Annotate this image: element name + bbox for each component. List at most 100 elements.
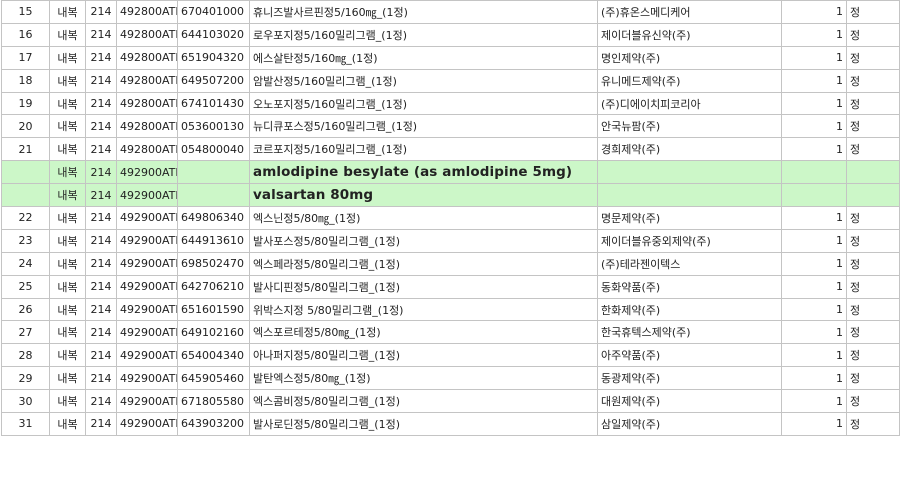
code-cell: 214 [85,274,117,299]
code-cell: 214 [85,251,117,276]
quantity-cell: 1 [781,412,847,436]
class-code-cell: 492900ATB [116,366,178,391]
code-cell: 214 [85,412,117,436]
code-cell: 214 [85,389,117,414]
edi-code-cell: 649806340 [177,206,250,230]
unit-cell [846,160,900,185]
route-cell: 내복 [49,22,86,47]
table-row: 16 내복 214 492800ATB 644103020 로우포지정5/160밀리그램_… [1,22,900,47]
class-code-cell: 492900ATB [116,251,178,276]
table-row: 27 내복 214 492900ATB 649102160 엑스포르테정5/80㎎_(1정… [1,320,900,345]
row-number: 15 [1,0,50,24]
quantity-cell: 1 [781,68,847,93]
unit-cell: 정 [846,412,900,436]
unit-cell: 정 [846,0,900,24]
table-row: 17 내복 214 492800ATB 651904320 에스살탄정5/160㎎_(1정… [1,45,900,70]
class-code-cell: 492900ATB [116,412,178,436]
unit-cell: 정 [846,366,900,391]
manufacturer-cell: 제이더블유신약(주) [597,22,782,47]
row-number: 30 [1,389,50,414]
table-row: 26 내복 214 492900ATB 651601590 위박스지정 5/80밀리그램_… [1,297,900,322]
product-name-cell: amlodipine besylate (as amlodipine 5mg) [249,160,598,185]
manufacturer-cell: 유니메드제약(주) [597,68,782,93]
quantity-cell: 1 [781,0,847,24]
class-code-cell: 492800ATB [116,0,178,24]
class-code-cell: 492900ATB [116,297,178,322]
product-name-cell: 뉴디큐포스정5/160밀리그램_(1정) [249,114,598,139]
product-name-cell: valsartan 80mg [249,183,598,208]
edi-code-cell: 674101430 [177,91,250,116]
edi-code-cell: 054800040 [177,137,250,162]
table-row: 30 내복 214 492900ATB 671805580 엑스콤비정5/80밀리그램_(… [1,389,900,414]
unit-cell: 정 [846,343,900,368]
table-row: 29 내복 214 492900ATB 645905460 발탄엑스정5/80㎎_(1정)… [1,366,900,391]
code-cell: 214 [85,183,117,208]
class-code-cell: 492800ATB [116,22,178,47]
code-cell: 214 [85,114,117,139]
unit-cell: 정 [846,228,900,253]
table-row: 24 내복 214 492900ATB 698502470 엑스페라정5/80밀리그램_(… [1,251,900,276]
quantity-cell: 1 [781,389,847,414]
unit-cell: 정 [846,22,900,47]
unit-cell: 정 [846,206,900,230]
row-number: 26 [1,297,50,322]
unit-cell: 정 [846,389,900,414]
edi-code-cell: 642706210 [177,274,250,299]
quantity-cell: 1 [781,91,847,116]
product-name-cell: 에스살탄정5/160㎎_(1정) [249,45,598,70]
row-number: 25 [1,274,50,299]
manufacturer-cell: (주)휴온스메디케어 [597,0,782,24]
quantity-cell: 1 [781,228,847,253]
product-name-cell: 암발산정5/160밀리그램_(1정) [249,68,598,93]
class-code-cell: 492800ATB [116,68,178,93]
edi-code-cell: 644913610 [177,228,250,253]
row-number: 29 [1,366,50,391]
row-number: 16 [1,22,50,47]
quantity-cell: 1 [781,274,847,299]
unit-cell: 정 [846,251,900,276]
quantity-cell: 1 [781,297,847,322]
manufacturer-cell: 안국뉴팜(주) [597,114,782,139]
quantity-cell [781,160,847,185]
manufacturer-cell [597,160,782,185]
table-row: 18 내복 214 492800ATB 649507200 암발산정5/160밀리그램_(… [1,68,900,93]
code-cell: 214 [85,206,117,230]
code-cell: 214 [85,22,117,47]
manufacturer-cell: 경희제약(주) [597,137,782,162]
manufacturer-cell [597,183,782,208]
drug-list-table: 15 내복 214 492800ATB 670401000 휴니즈발사르핀정5/160㎎_… [1,0,900,436]
product-name-cell: 아나퍼지정5/80밀리그램_(1정) [249,343,598,368]
edi-code-cell: 671805580 [177,389,250,414]
code-cell: 214 [85,228,117,253]
row-number [1,183,50,208]
product-name-cell: 엑스닌정5/80㎎_(1정) [249,206,598,230]
product-name-cell: 휴니즈발사르핀정5/160㎎_(1정) [249,0,598,24]
route-cell: 내복 [49,412,86,436]
route-cell: 내복 [49,366,86,391]
table-row: 28 내복 214 492900ATB 654004340 아나퍼지정5/80밀리그램_(… [1,343,900,368]
route-cell: 내복 [49,114,86,139]
table-row: 31 내복 214 492900ATB 643903200 발사로딘정5/80밀리그램_(… [1,412,900,436]
product-name-cell: 발사로딘정5/80밀리그램_(1정) [249,412,598,436]
class-code-cell: 492900ATB [116,320,178,345]
code-cell: 214 [85,320,117,345]
product-name-cell: 엑스페라정5/80밀리그램_(1정) [249,251,598,276]
quantity-cell: 1 [781,114,847,139]
row-number: 24 [1,251,50,276]
code-cell: 214 [85,343,117,368]
table-row: 19 내복 214 492800ATB 674101430 오노포지정5/160밀리그램_… [1,91,900,116]
manufacturer-cell: (주)테라젠이텍스 [597,251,782,276]
product-name-cell: 발사포스정5/80밀리그램_(1정) [249,228,598,253]
route-cell: 내복 [49,68,86,93]
route-cell: 내복 [49,0,86,24]
manufacturer-cell: 명문제약(주) [597,206,782,230]
route-cell: 내복 [49,206,86,230]
manufacturer-cell: 대원제약(주) [597,389,782,414]
class-code-cell: 492900ATB [116,274,178,299]
product-name-cell: 엑스콤비정5/80밀리그램_(1정) [249,389,598,414]
table-row: 22 내복 214 492900ATB 649806340 엑스닌정5/80㎎_(1정) 명… [1,206,900,230]
class-code-cell: 492800ATB [116,114,178,139]
class-code-cell: 492900ATB [116,389,178,414]
route-cell: 내복 [49,343,86,368]
quantity-cell: 1 [781,45,847,70]
